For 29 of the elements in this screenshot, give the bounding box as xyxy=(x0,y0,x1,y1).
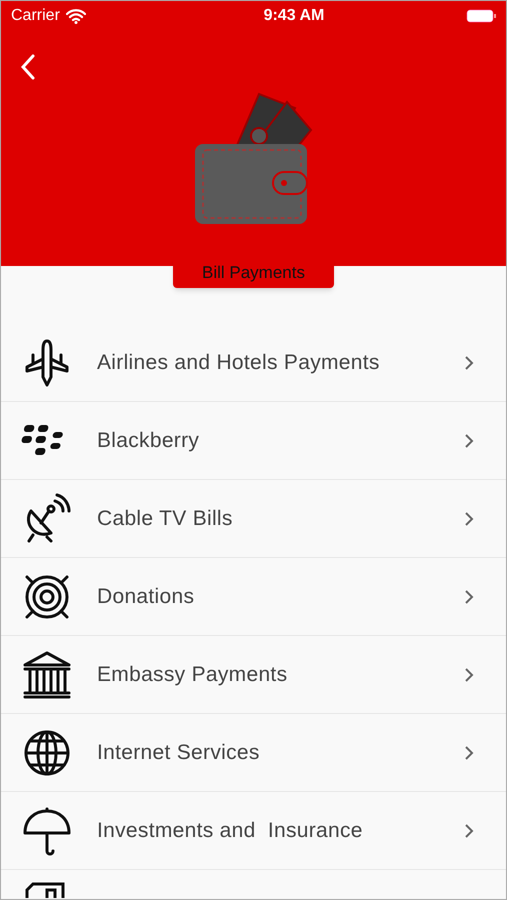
item-label: Airlines and Hotels Payments xyxy=(97,350,381,376)
wifi-icon xyxy=(66,8,86,24)
item-label: Embassy Payments xyxy=(97,662,288,688)
list-item[interactable]: Airlines and Hotels Payments xyxy=(1,324,506,402)
bank-icon xyxy=(21,648,73,700)
list-item[interactable]: Cable TV Bills xyxy=(1,480,506,558)
list-item[interactable]: Embassy Payments xyxy=(1,636,506,714)
chevron-right-icon xyxy=(464,666,474,682)
item-label: Investments and Insurance xyxy=(97,818,364,844)
chevron-right-icon xyxy=(464,744,474,760)
list-item[interactable]: Blackberry xyxy=(1,402,506,480)
carrier-label: Carrier xyxy=(11,6,60,26)
chevron-right-icon xyxy=(464,432,474,448)
clock-time: 9:43 AM xyxy=(264,6,324,26)
list-item[interactable]: Internet Services xyxy=(1,714,506,792)
chevron-right-icon xyxy=(464,822,474,838)
battery-icon xyxy=(466,9,496,23)
chevron-right-icon xyxy=(464,510,474,526)
list-item[interactable]: Investments and Insurance xyxy=(1,792,506,870)
item-label: Internet Services xyxy=(97,740,261,766)
chevron-right-icon xyxy=(464,588,474,604)
section-title: Bill Payments xyxy=(173,258,334,288)
wallet-icon xyxy=(194,90,312,224)
item-label: Blackberry xyxy=(97,428,200,454)
umbrella-icon xyxy=(21,804,73,856)
item-label: Donations xyxy=(97,584,196,610)
item-label: Cable TV Bills xyxy=(97,506,234,532)
chevron-right-icon xyxy=(464,354,474,370)
list-item[interactable]: Donations xyxy=(1,558,506,636)
